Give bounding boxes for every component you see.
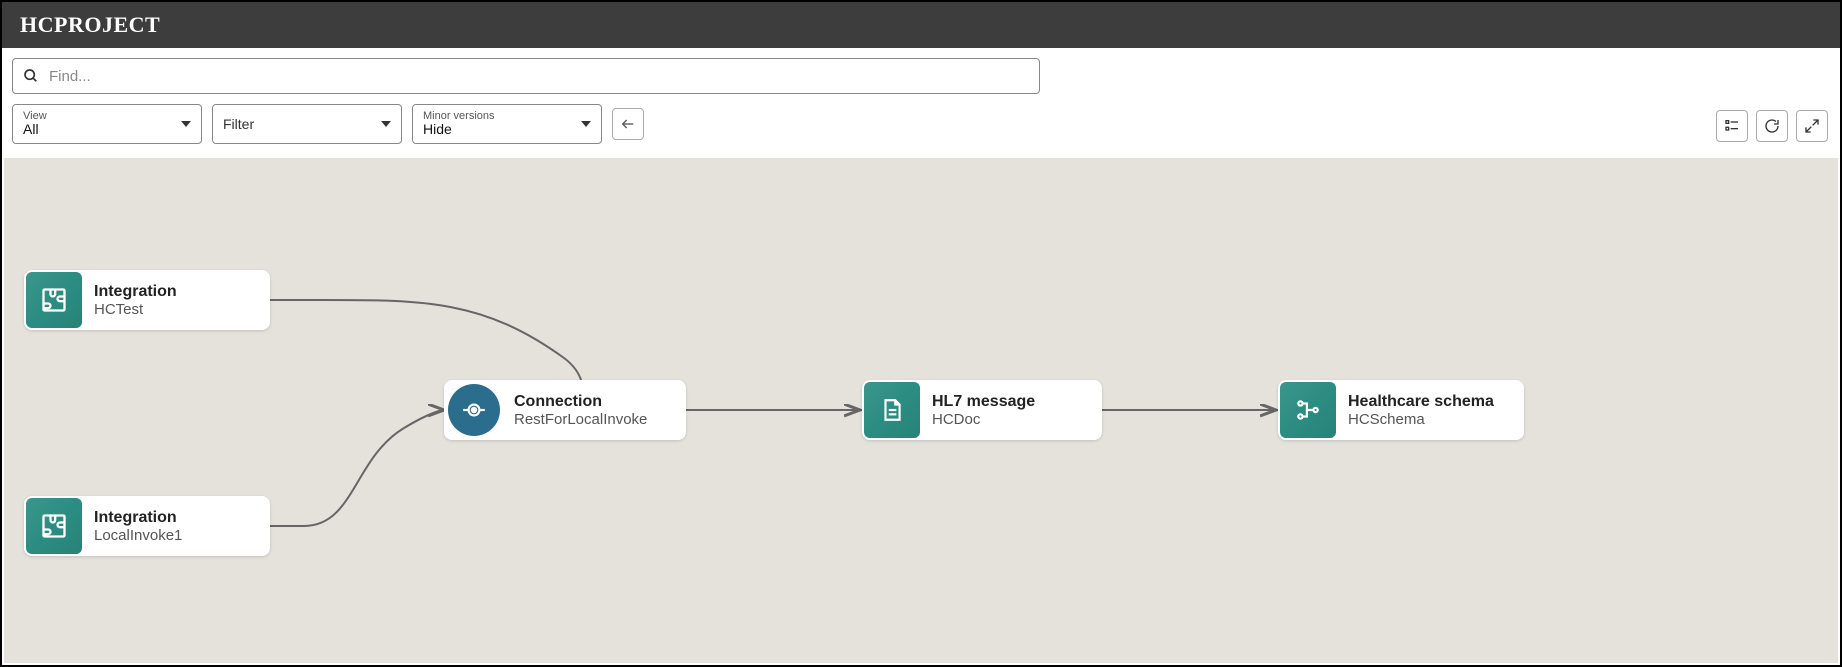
node-type: Healthcare schema xyxy=(1348,393,1494,411)
refresh-icon xyxy=(1764,118,1780,134)
search-box[interactable] xyxy=(12,58,1040,94)
view-value: All xyxy=(23,122,47,137)
filter-dropdown[interactable]: Filter xyxy=(212,104,402,144)
minor-versions-dropdown[interactable]: Minor versions Hide xyxy=(412,104,602,144)
node-integration-hctest[interactable]: Integration HCTest xyxy=(24,270,270,330)
node-name: HCTest xyxy=(94,301,177,318)
toolbar: View All Filter Minor versions Hide xyxy=(2,48,1840,154)
node-type: Integration xyxy=(94,509,182,527)
node-connection-restforlocalinvoke[interactable]: Connection RestForLocalInvoke xyxy=(444,380,686,440)
expand-icon xyxy=(1804,118,1820,134)
schema-icon xyxy=(1280,382,1336,438)
back-button[interactable] xyxy=(612,108,644,140)
chevron-down-icon xyxy=(181,121,191,127)
node-hl7-message-hcdoc[interactable]: HL7 message HCDoc xyxy=(862,380,1102,440)
search-input[interactable] xyxy=(47,67,1029,86)
refresh-button[interactable] xyxy=(1756,110,1788,142)
node-healthcare-schema-hcschema[interactable]: Healthcare schema HCSchema xyxy=(1278,380,1524,440)
node-integration-localinvoke1[interactable]: Integration LocalInvoke1 xyxy=(24,496,270,556)
page-title: HCPROJECT xyxy=(2,2,1840,48)
arrow-left-icon xyxy=(620,116,636,132)
list-view-button[interactable] xyxy=(1716,110,1748,142)
node-type: HL7 message xyxy=(932,393,1035,411)
node-name: RestForLocalInvoke xyxy=(514,411,647,428)
node-type: Connection xyxy=(514,393,647,411)
fullscreen-button[interactable] xyxy=(1796,110,1828,142)
minor-value: Hide xyxy=(423,122,495,137)
integration-icon xyxy=(26,272,82,328)
integration-icon xyxy=(26,498,82,554)
search-icon xyxy=(23,68,39,84)
connection-icon xyxy=(448,384,500,436)
node-type: Integration xyxy=(94,283,177,301)
chevron-down-icon xyxy=(381,121,391,127)
node-name: LocalInvoke1 xyxy=(94,527,182,544)
chevron-down-icon xyxy=(581,121,591,127)
document-icon xyxy=(864,382,920,438)
view-dropdown[interactable]: View All xyxy=(12,104,202,144)
filter-label: Filter xyxy=(223,116,254,132)
node-name: HCSchema xyxy=(1348,411,1494,428)
diagram-canvas[interactable]: Integration HCTest Integration LocalInvo… xyxy=(4,158,1838,663)
node-name: HCDoc xyxy=(932,411,1035,428)
list-icon xyxy=(1724,118,1740,134)
